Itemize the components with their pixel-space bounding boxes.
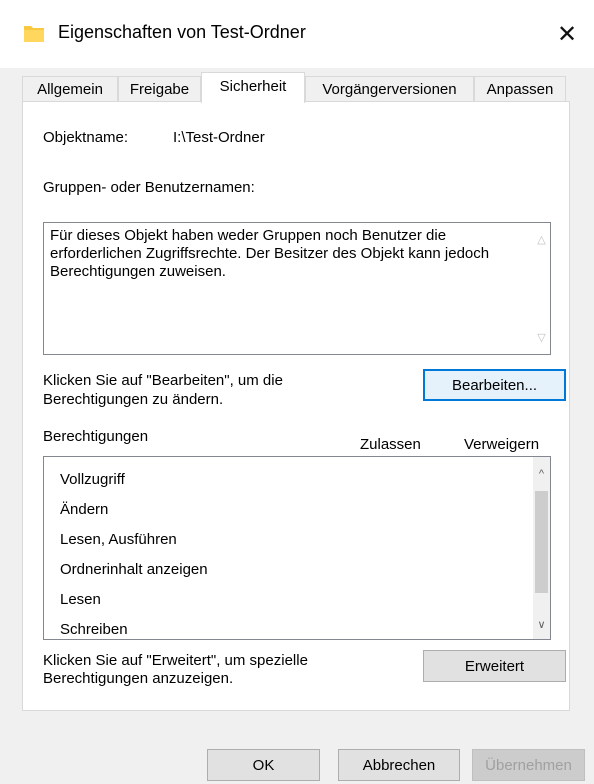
- tab-allgemein[interactable]: Allgemein: [22, 76, 118, 102]
- tab-sicherheit[interactable]: Sicherheit: [201, 72, 305, 103]
- advanced-button[interactable]: Erweitert: [423, 650, 566, 682]
- permission-item: Lesen: [60, 591, 101, 608]
- apply-button: Übernehmen: [472, 749, 585, 781]
- scroll-up-icon: △: [537, 234, 546, 246]
- scroll-thumb[interactable]: [535, 491, 548, 593]
- advanced-hint-line2: Berechtigungen anzuzeigen.: [43, 670, 234, 687]
- permissions-scrollbar[interactable]: ^ ∨: [533, 457, 550, 639]
- scroll-up-icon[interactable]: ^: [533, 465, 550, 482]
- edit-hint-line2: Berechtigungen zu ändern.: [43, 391, 224, 408]
- permission-item: Ändern: [60, 501, 109, 518]
- permission-item: Schreiben: [60, 621, 128, 638]
- edit-hint-line1: Klicken Sie auf "Bearbeiten", um die: [43, 372, 283, 389]
- groups-message: Für dieses Objekt haben weder Gruppen no…: [50, 227, 490, 280]
- window-title: Eigenschaften von Test-Ordner: [58, 22, 306, 42]
- tab-anpassen[interactable]: Anpassen: [474, 76, 566, 102]
- security-panel: Objektname: I:\Test-Ordner Gruppen- oder…: [22, 101, 570, 711]
- cancel-button[interactable]: Abbrechen: [338, 749, 460, 781]
- deny-column-header: Verweigern: [464, 436, 540, 453]
- permission-item: Lesen, Ausführen: [60, 531, 177, 548]
- allow-column-header: Zulassen: [360, 436, 421, 453]
- groups-listbox[interactable]: Für dieses Objekt haben weder Gruppen no…: [43, 222, 551, 355]
- tab-vorgaengerversionen[interactable]: Vorgängerversionen: [305, 76, 474, 102]
- groups-label: Gruppen- oder Benutzernamen:: [43, 179, 255, 196]
- scroll-down-icon[interactable]: ∨: [533, 616, 550, 633]
- close-button[interactable]: ✕: [540, 0, 594, 68]
- title-bar: Eigenschaften von Test-Ordner ✕: [0, 0, 594, 68]
- permissions-label: Berechtigungen: [43, 428, 149, 445]
- edit-button[interactable]: Bearbeiten...: [423, 369, 566, 401]
- permissions-listbox[interactable]: Vollzugriff Ändern Lesen, Ausführen Ordn…: [43, 456, 551, 640]
- ok-button[interactable]: OK: [207, 749, 320, 781]
- folder-icon: [24, 26, 44, 42]
- scroll-down-icon: ▽: [537, 332, 546, 344]
- close-icon: ✕: [556, 20, 578, 48]
- permission-item: Ordnerinhalt anzeigen: [60, 561, 208, 578]
- permission-item: Vollzugriff: [60, 471, 125, 488]
- object-name-label: Objektname:: [43, 129, 129, 146]
- groups-scrollbar[interactable]: △ ▽: [533, 223, 550, 354]
- tab-freigabe[interactable]: Freigabe: [118, 76, 201, 102]
- advanced-hint-line1: Klicken Sie auf "Erweitert", um speziell…: [43, 652, 308, 669]
- object-name-value: I:\Test-Ordner: [173, 129, 265, 146]
